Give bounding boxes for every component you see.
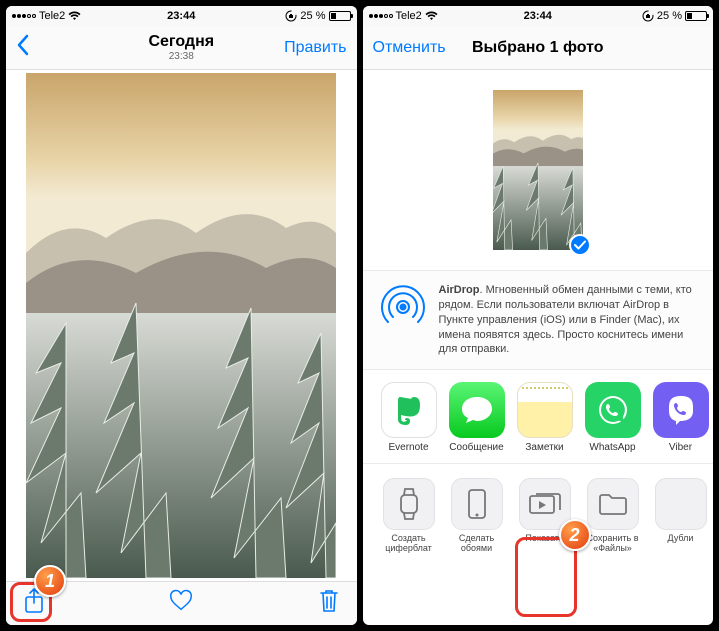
whatsapp-icon — [595, 392, 631, 428]
signal-dots-icon — [12, 14, 36, 18]
battery-pct-label: 25 % — [300, 10, 325, 22]
carrier-label: Tele2 — [396, 10, 422, 22]
signal-dots-icon — [369, 14, 393, 18]
app-viber[interactable]: Viber — [651, 382, 711, 453]
airdrop-icon — [379, 283, 427, 331]
app-whatsapp[interactable]: WhatsApp — [583, 382, 643, 453]
nav-title: Выбрано 1 фото — [472, 39, 604, 57]
selected-photos-strip[interactable] — [363, 70, 714, 270]
photo-image — [26, 73, 336, 578]
wifi-icon — [68, 11, 81, 21]
app-notes[interactable]: Заметки — [515, 382, 575, 453]
share-sheet-screen: Tele2 23:44 25 % Отменить Выбрано 1 фото — [363, 6, 714, 625]
battery-icon — [329, 11, 351, 21]
photos-viewer-screen: Tele2 23:44 25 % Сегодня 23:38 Править — [6, 6, 357, 625]
selected-check-icon — [569, 234, 591, 256]
action-duplicate[interactable]: Дубли — [651, 478, 711, 554]
notes-icon — [517, 382, 573, 438]
rotation-lock-icon — [285, 10, 297, 22]
evernote-icon — [392, 391, 426, 429]
status-bar: Tele2 23:44 25 % — [363, 6, 714, 26]
share-button[interactable] — [22, 588, 46, 619]
carrier-label: Tele2 — [39, 10, 65, 22]
app-messages[interactable]: Сообщение — [447, 382, 507, 453]
photo-thumbnail[interactable] — [493, 90, 583, 250]
cancel-button[interactable]: Отменить — [373, 39, 446, 57]
share-apps-row[interactable]: Evernote Сообщение Заметки WhatsApp Vibe… — [363, 370, 714, 459]
nav-title: Сегодня 23:38 — [148, 33, 214, 62]
status-bar: Tele2 23:44 25 % — [6, 6, 357, 26]
messages-icon — [459, 393, 495, 427]
folder-icon — [597, 491, 629, 517]
action-create-watchface[interactable]: Создать циферблат — [379, 478, 439, 554]
photo-viewport[interactable] — [6, 70, 357, 581]
viber-icon — [664, 392, 698, 428]
trash-button[interactable] — [317, 588, 341, 619]
battery-icon — [685, 11, 707, 21]
back-button[interactable] — [16, 34, 30, 61]
nav-subtitle: 23:38 — [148, 51, 214, 62]
rotation-lock-icon — [642, 10, 654, 22]
airdrop-description: AirDrop. Мгновенный обмен данными с теми… — [439, 283, 698, 357]
action-set-wallpaper[interactable]: Сделать обоями — [447, 478, 507, 554]
bottom-toolbar — [6, 581, 357, 625]
iphone-icon — [467, 488, 487, 520]
watch-icon — [396, 487, 422, 521]
battery-pct-label: 25 % — [657, 10, 682, 22]
app-evernote[interactable]: Evernote — [379, 382, 439, 453]
airdrop-section[interactable]: AirDrop. Мгновенный обмен данными с теми… — [363, 270, 714, 370]
action-slideshow[interactable]: Показать — [515, 478, 575, 554]
wifi-icon — [425, 11, 438, 21]
nav-bar: Сегодня 23:38 Править — [6, 26, 357, 70]
share-actions-row[interactable]: Создать циферблат Сделать обоями Показат… — [363, 463, 714, 564]
action-save-to-files[interactable]: Сохранить в «Файлы» — [583, 478, 643, 554]
nav-bar: Отменить Выбрано 1 фото — [363, 26, 714, 70]
clock-label: 23:44 — [167, 10, 195, 22]
clock-label: 23:44 — [524, 10, 552, 22]
slideshow-icon — [528, 490, 562, 518]
edit-button[interactable]: Править — [284, 39, 346, 57]
favorite-button[interactable] — [169, 588, 193, 619]
